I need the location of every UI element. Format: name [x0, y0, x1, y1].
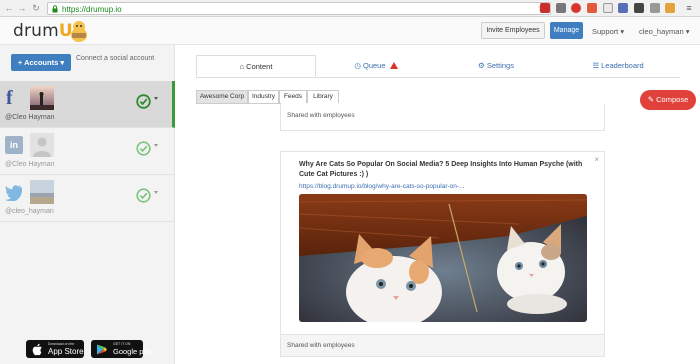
compose-button[interactable]: ✎ Compose — [640, 90, 696, 110]
forward-arrow-icon[interactable]: → — [17, 3, 27, 13]
google-play-badge[interactable]: GET IT ON Google play — [91, 340, 153, 358]
layers-icon[interactable] — [634, 3, 644, 13]
app-store-big-text: App Store — [48, 347, 84, 356]
shared-with-employees-label: Shared with employees — [281, 103, 604, 130]
check-circle-icon[interactable] — [136, 188, 151, 203]
subtab-industry[interactable]: Industry — [248, 90, 279, 104]
account-linkedin[interactable]: in @Cleo Hayman — [0, 128, 175, 175]
account-handle: @Cleo Hayman — [5, 114, 55, 121]
tab-leaderboard[interactable]: ☰ Leaderboard — [556, 55, 680, 77]
manage-button[interactable]: Manage — [550, 22, 583, 39]
pocket-icon[interactable] — [587, 3, 597, 13]
extension-icon[interactable] — [650, 3, 660, 13]
sidebar: + Accounts ▾ Connect a social account f … — [0, 45, 175, 364]
address-bar[interactable]: https://drumup.io ☆ — [47, 2, 551, 15]
shared-with-employees-label: Shared with employees — [281, 334, 604, 356]
extension-icon[interactable] — [540, 3, 550, 13]
browser-toolbar: ← → ↻ https://drumup.io ☆ ≡ — [0, 0, 700, 17]
reload-icon[interactable]: ↻ — [31, 3, 41, 13]
app-store-badge[interactable]: Download on the App Store — [26, 340, 84, 358]
check-circle-icon[interactable] — [136, 141, 151, 156]
account-handle: @cleo_hayman — [5, 208, 54, 215]
avatar — [30, 133, 54, 157]
tab-content[interactable]: ⌂ Content — [196, 55, 316, 77]
check-circle-icon[interactable] — [136, 94, 151, 109]
pencil-icon: ✎ — [647, 95, 655, 104]
twitter-icon — [5, 185, 22, 201]
mascot-icon — [71, 21, 87, 42]
account-twitter[interactable]: @cleo_hayman — [0, 175, 175, 222]
app-header: drumUp Invite Employees Manage Support ▾… — [0, 17, 700, 45]
clock-icon: ◷ — [354, 61, 361, 70]
account-facebook[interactable]: f @Cleo Hayman — [0, 81, 175, 128]
tab-queue[interactable]: ◷ Queue — [316, 55, 436, 77]
post-title[interactable]: Why Are Cats So Popular On Social Media?… — [299, 160, 589, 180]
tab-divider — [196, 77, 680, 78]
avatar — [30, 180, 54, 204]
user-menu[interactable]: cleo_hayman ▾ — [639, 27, 689, 36]
extension-icon[interactable] — [665, 3, 675, 13]
subtab-awesome-corp[interactable]: Awesome Corp — [196, 90, 248, 104]
google-play-big-text: Google play — [113, 347, 154, 356]
chevron-down-icon[interactable] — [154, 97, 158, 100]
menu-icon[interactable]: ≡ — [684, 3, 694, 13]
post-image[interactable] — [299, 194, 587, 322]
account-handle: @Cleo Hayman — [5, 161, 55, 168]
google-play-icon — [97, 344, 107, 355]
home-icon: ⌂ — [239, 62, 245, 71]
connect-account-text: Connect a social account — [76, 55, 155, 62]
url-text: https://drumup.io — [62, 5, 122, 14]
gear-icon: ⚙ — [478, 61, 485, 70]
tab-settings[interactable]: ⚙ Settings — [436, 55, 556, 77]
subtab-library[interactable]: Library — [307, 90, 339, 104]
main-tabs: ⌂ Content ◷ Queue ⚙ Settings ☰ Leaderboa… — [196, 55, 680, 77]
opera-icon[interactable] — [571, 3, 581, 13]
post-link[interactable]: https://blog.drumup.io/blog/why-are-cats… — [299, 183, 464, 190]
extension-icon[interactable] — [603, 3, 613, 13]
accounts-button[interactable]: + Accounts ▾ — [11, 54, 71, 71]
apple-icon — [32, 343, 42, 356]
google-play-small-text: GET IT ON — [113, 342, 131, 346]
subtab-feeds[interactable]: Feeds — [279, 90, 307, 104]
back-arrow-icon[interactable]: ← — [4, 3, 14, 13]
app-store-small-text: Download on the — [48, 342, 75, 346]
list-icon: ☰ — [592, 61, 600, 70]
feed-card: Shared with employees — [280, 103, 605, 131]
feed-card: × Why Are Cats So Popular On Social Medi… — [280, 151, 605, 357]
chevron-down-icon[interactable] — [154, 191, 158, 194]
avatar — [30, 86, 54, 110]
facebook-icon: f — [6, 87, 13, 109]
extension-icon[interactable] — [556, 3, 566, 13]
extension-icon[interactable] — [618, 3, 628, 13]
close-icon[interactable]: × — [594, 155, 599, 164]
invite-employees-button[interactable]: Invite Employees — [481, 22, 545, 39]
support-dropdown[interactable]: Support ▾ — [592, 27, 624, 36]
linkedin-icon: in — [5, 136, 23, 154]
lock-icon — [52, 5, 58, 13]
warning-icon — [389, 62, 398, 69]
chevron-down-icon[interactable] — [154, 144, 158, 147]
